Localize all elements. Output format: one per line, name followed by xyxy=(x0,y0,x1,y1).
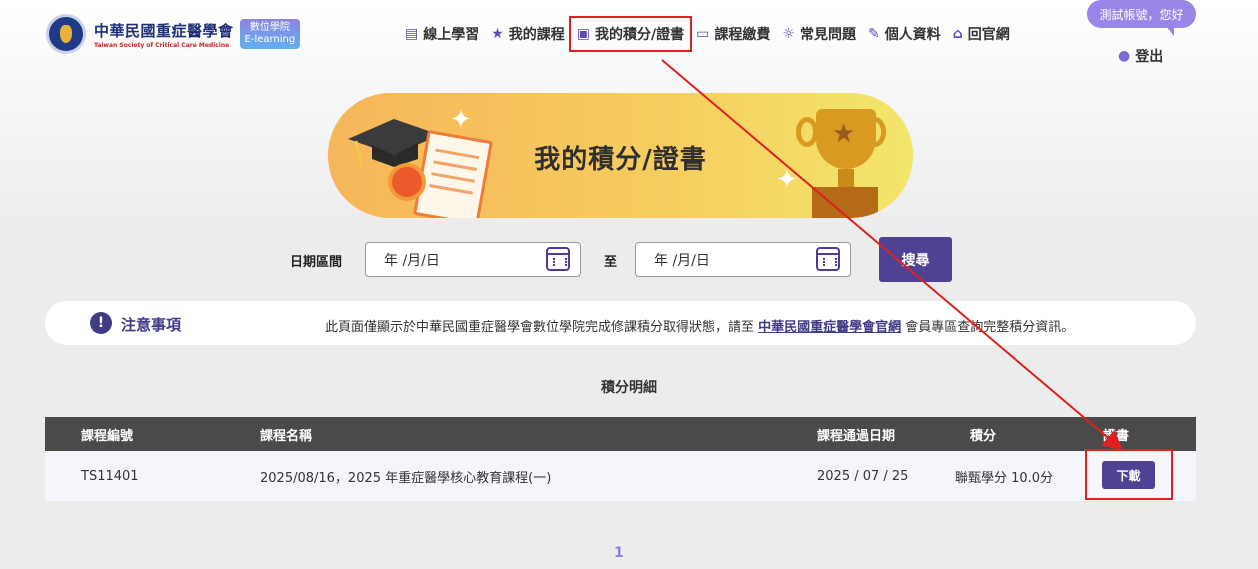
bulb-icon: ☼ xyxy=(782,26,795,42)
col-certificate: 證書 xyxy=(1103,428,1130,444)
nav-online-learning[interactable]: ▤ 線上學習 xyxy=(405,24,479,44)
page-banner: ✦ 我的積分/證書 ✦ ★ xyxy=(328,93,913,218)
logo-title: 中華民國重症醫學會 xyxy=(94,21,234,40)
badge-line2: E-learning xyxy=(244,34,296,45)
table-row: TS11401 2025/08/16，2025 年重症醫學核心教育課程(一) 2… xyxy=(45,451,1196,501)
notice-title: 注意事項 xyxy=(121,316,182,334)
star-icon: ★ xyxy=(491,26,504,42)
logout-button[interactable]: ● 登出 xyxy=(1118,46,1163,66)
elearning-badge: 數位學院 E-learning xyxy=(239,19,301,49)
credits-detail-title: 積分明細 xyxy=(601,380,657,396)
nav-official-site[interactable]: ⌂ 回官網 xyxy=(953,24,1010,44)
trophy-handle-left xyxy=(796,117,818,147)
trophy-base xyxy=(812,187,878,218)
trophy-stem xyxy=(838,169,854,187)
certificate-icon: ▣ xyxy=(576,26,591,42)
cell-course-id: TS11401 xyxy=(81,468,139,484)
nav-course-payment[interactable]: ▭ 課程繳費 xyxy=(696,24,770,44)
date-to-input[interactable]: 年 /月/日 xyxy=(635,242,851,277)
nav-label: 常見問題 xyxy=(799,27,856,43)
nav-my-courses[interactable]: ★ 我的課程 xyxy=(491,24,565,44)
nav-label: 我的課程 xyxy=(508,27,565,43)
calendar-icon[interactable] xyxy=(816,247,840,271)
sparkle-icon: ✦ xyxy=(776,165,798,195)
search-button[interactable]: 搜尋 xyxy=(879,237,952,282)
book-icon: ▤ xyxy=(405,26,419,42)
nav-profile[interactable]: ✎ 個人資料 xyxy=(868,24,941,44)
site-logo[interactable]: 中華民國重症醫學會 Taiwan Society of Critical Car… xyxy=(46,14,301,54)
date-separator: 至 xyxy=(604,255,618,270)
calendar-icon[interactable] xyxy=(546,247,570,271)
nav-faq[interactable]: ☼ 常見問題 xyxy=(782,24,856,44)
download-highlight: 下載 xyxy=(1085,449,1173,500)
notice-text-before: 此頁面僅顯示於中華民國重症醫學會數位學院完成修課積分取得狀態，請至 xyxy=(325,320,759,335)
col-course-id: 課程編號 xyxy=(81,428,134,444)
official-site-link[interactable]: 中華民國重症醫學會官網 xyxy=(758,320,901,335)
cell-credits: 聯甄學分 10.0分 xyxy=(955,470,1054,486)
sparkle-icon: ✦ xyxy=(450,105,472,135)
date-from-placeholder: 年 /月/日 xyxy=(384,252,440,269)
user-icon: ● xyxy=(1118,48,1131,64)
trophy-star-icon: ★ xyxy=(832,119,856,149)
nav-label: 個人資料 xyxy=(884,27,941,43)
badge-line1: 數位學院 xyxy=(249,22,290,33)
date-to-placeholder: 年 /月/日 xyxy=(654,252,710,269)
nav-label: 線上學習 xyxy=(423,27,480,43)
nav-label: 課程繳費 xyxy=(714,27,771,43)
date-range-label: 日期區間 xyxy=(290,255,343,270)
col-course-name: 課程名稱 xyxy=(260,428,313,444)
notice-text-after: 會員專區查詢完整積分資訊。 xyxy=(901,320,1075,335)
pencil-icon: ✎ xyxy=(867,26,880,42)
cell-pass-date: 2025 / 07 / 25 xyxy=(817,468,909,484)
col-pass-date: 課程通過日期 xyxy=(817,428,896,444)
exclamation-icon: ! xyxy=(90,312,112,334)
cell-course-name: 2025/08/16，2025 年重症醫學核心教育課程(一) xyxy=(260,470,552,486)
main-nav: ▤ 線上學習 ★ 我的課程 ▣ 我的積分/證書 ▭ 課程繳費 ☼ 常見問題 ✎ 個人資料 ⌂… xyxy=(405,16,1022,52)
table-header: 課程編號 課程名稱 課程通過日期 積分 證書 xyxy=(45,417,1196,451)
nav-label: 我的積分/證書 xyxy=(595,27,685,43)
download-button[interactable]: 下載 xyxy=(1102,461,1155,489)
nav-my-credits[interactable]: ▣ 我的積分/證書 xyxy=(568,16,693,52)
notice-bar: ! 注意事項 此頁面僅顯示於中華民國重症醫學會數位學院完成修課積分取得狀態，請至… xyxy=(45,301,1196,345)
nav-label: 回官網 xyxy=(967,27,1010,43)
notice-text: 此頁面僅顯示於中華民國重症醫學會數位學院完成修課積分取得狀態，請至 中華民國重症… xyxy=(325,316,1074,335)
col-credits: 積分 xyxy=(970,428,997,444)
date-from-input[interactable]: 年 /月/日 xyxy=(365,242,581,277)
card-icon: ▭ xyxy=(696,26,710,42)
pagination-page[interactable]: 1 xyxy=(614,545,624,561)
home-icon: ⌂ xyxy=(952,26,963,42)
logo-subtitle: Taiwan Society of Critical Care Medicine xyxy=(94,41,230,49)
society-seal-icon xyxy=(46,14,86,54)
logout-label: 登出 xyxy=(1135,49,1164,65)
greeting-bubble: 測試帳號，您好 xyxy=(1087,0,1196,36)
